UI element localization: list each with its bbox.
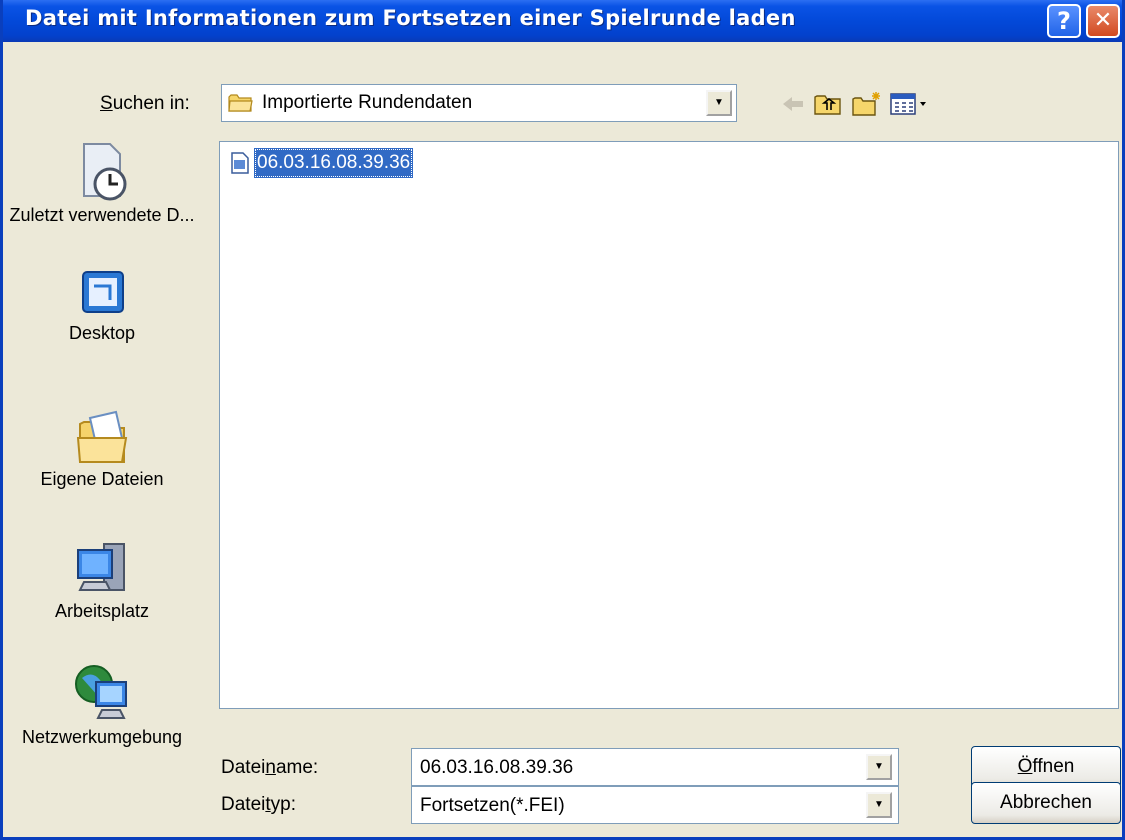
help-button[interactable]: ? [1047,4,1081,38]
recent-documents-icon [83,143,127,201]
file-name-value: 06.03.16.08.39.36 [420,757,574,778]
up-one-level-icon[interactable] [813,90,843,118]
place-label: Arbeitsplatz [54,601,150,621]
new-folder-icon[interactable] [851,90,883,118]
title-bar[interactable]: Datei mit Informationen zum Fortsetzen e… [3,0,1122,42]
folder-icon [228,94,253,112]
desktop-icon [82,271,124,313]
places-bar: Zuletzt verwendete D... Desktop Eigene D… [3,130,201,830]
my-documents-icon [76,410,128,463]
back-arrow-icon[interactable] [779,90,807,118]
place-label: Zuletzt verwendete D... [9,205,195,225]
network-icon [75,665,127,719]
look-in-label: Suchen in: [100,93,190,114]
look-in-dropdown[interactable]: Importierte Rundendaten ▼ [221,84,737,122]
file-name-dropdown-button[interactable]: ▼ [866,754,892,780]
file-open-dialog: Datei mit Informationen zum Fortsetzen e… [0,0,1125,840]
file-type-value: Fortsetzen(*.FEI) [420,795,565,816]
place-desktop[interactable]: Desktop [3,268,201,344]
place-label: Desktop [68,323,136,343]
file-type-label: Dateityp: [221,794,296,815]
file-name-label: Dateiname: [221,757,319,778]
view-menu-icon[interactable] [889,90,929,118]
file-type-dropdown-button[interactable]: ▼ [866,792,892,818]
place-label: Eigene Dateien [40,469,164,489]
place-label: Netzwerkumgebung [21,727,183,747]
place-recent[interactable]: Zuletzt verwendete D... [3,140,201,226]
file-list[interactable]: 06.03.16.08.39.36 [219,141,1119,709]
file-name: 06.03.16.08.39.36 [254,148,414,178]
cancel-button[interactable]: Abbrechen [971,782,1121,824]
my-computer-icon [77,543,125,591]
look-in-dropdown-button[interactable]: ▼ [706,90,732,116]
place-network[interactable]: Netzwerkumgebung [3,660,201,748]
close-button[interactable]: ✕ [1086,4,1120,38]
place-my-computer[interactable]: Arbeitsplatz [3,540,201,622]
file-icon [231,152,249,174]
place-my-documents[interactable]: Eigene Dateien [3,408,201,490]
file-type-dropdown[interactable]: Fortsetzen(*.FEI) ▼ [411,786,899,824]
window-title: Datei mit Informationen zum Fortsetzen e… [25,6,796,30]
look-in-value: Importierte Rundendaten [262,92,473,113]
file-name-field[interactable]: 06.03.16.08.39.36 ▼ [411,748,899,786]
